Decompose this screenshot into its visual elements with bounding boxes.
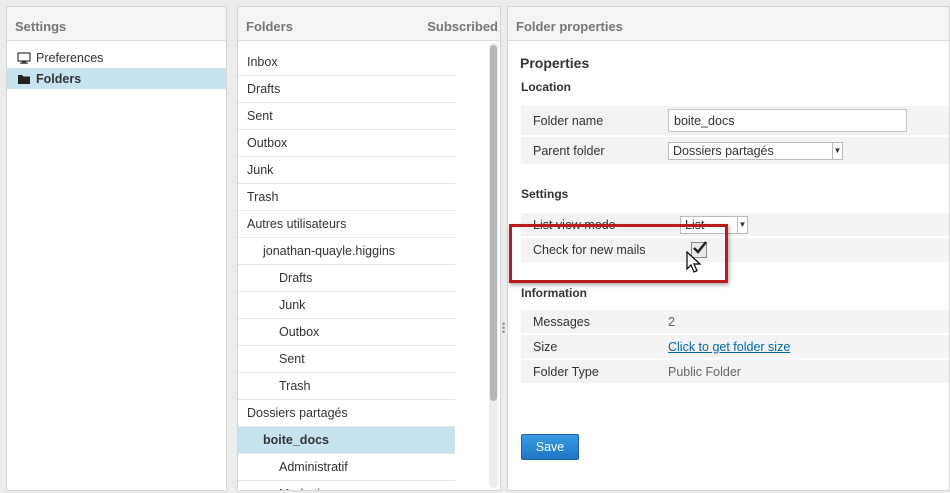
folder-row[interactable]: Junk: [238, 157, 455, 184]
folder-label: Sent: [279, 352, 305, 366]
settings-item-preferences[interactable]: Preferences: [7, 47, 226, 68]
folder-label: jonathan-quayle.higgins: [263, 244, 396, 258]
folder-label: Administratif: [279, 460, 348, 474]
folder-row[interactable]: Trash: [238, 373, 455, 400]
folder-name-input[interactable]: [668, 109, 907, 132]
location-table: Folder name Parent folder Dossiers parta…: [521, 106, 949, 166]
folder-row[interactable]: Outbox: [238, 130, 455, 157]
parent-folder-select[interactable]: Dossiers partagés ▼: [668, 141, 843, 160]
folders-panel: Folders Subscribed Inbox Drafts Sent Outbox…: [237, 6, 501, 491]
subscribed-column-header[interactable]: Subscribed: [427, 19, 498, 40]
folder-label: Sent: [247, 109, 273, 123]
properties-panel-title: Folder properties: [508, 7, 949, 41]
folder-label: boite_docs: [263, 433, 329, 447]
messages-label: Messages: [533, 314, 590, 329]
folder-row[interactable]: Administratif: [238, 454, 455, 481]
folder-row[interactable]: Drafts: [238, 265, 455, 292]
chevron-down-icon: ▼: [737, 216, 747, 233]
settings-item-folders[interactable]: Folders: [7, 68, 226, 89]
list-view-row: List view mode List ▼: [521, 213, 949, 238]
settings-section-title: Settings: [521, 187, 569, 201]
folders-header: Folders Subscribed: [238, 7, 500, 41]
folder-label: Outbox: [279, 325, 320, 339]
list-view-label: List view mode: [533, 217, 616, 232]
folder-properties-panel: Folder properties Properties Location Fo…: [507, 6, 950, 491]
folder-label: Autres utilisateurs: [247, 217, 347, 231]
settings-table: List view mode List ▼ Check for new mail…: [521, 213, 949, 264]
information-section-title: Information: [521, 286, 587, 300]
folder-type-row: Folder Type Public Folder: [521, 360, 949, 385]
folder-name-label: Folder name: [533, 113, 604, 128]
scrollbar-thumb[interactable]: [490, 45, 497, 401]
size-row: Size Click to get folder size: [521, 335, 949, 360]
panel-splitter-handle[interactable]: • • •: [502, 320, 506, 337]
mouse-cursor-icon: [686, 251, 702, 273]
folder-row[interactable]: Dossiers partagés: [238, 400, 455, 427]
folder-label: Inbox: [247, 55, 278, 69]
folder-row[interactable]: boite_docs: [238, 427, 455, 454]
information-table: Messages 2 Size Click to get folder size…: [521, 310, 949, 385]
folder-row[interactable]: Sent: [238, 346, 455, 373]
folder-label: Junk: [279, 298, 306, 312]
size-label: Size: [533, 339, 558, 354]
folder-row[interactable]: Marketing: [238, 481, 455, 490]
folder-row[interactable]: jonathan-quayle.higgins: [238, 238, 455, 265]
properties-heading: Properties: [520, 55, 590, 71]
save-button[interactable]: Save: [521, 434, 579, 460]
folder-row[interactable]: Sent: [238, 103, 455, 130]
folder-label: Dossiers partagés: [247, 406, 348, 420]
folder-row[interactable]: Trash: [238, 184, 455, 211]
folder-label: Trash: [279, 379, 311, 393]
folder-name-row: Folder name: [521, 106, 949, 137]
folder-row[interactable]: Inbox: [238, 49, 455, 76]
monitor-icon: [17, 51, 31, 64]
folder-row[interactable]: Autres utilisateurs: [238, 211, 455, 238]
folder-label: Drafts: [279, 271, 313, 285]
list-view-select[interactable]: List ▼: [680, 215, 748, 234]
folder-label: Trash: [247, 190, 279, 204]
folder-row[interactable]: Outbox: [238, 319, 455, 346]
settings-title: Settings: [7, 7, 226, 41]
parent-folder-value: Dossiers partagés: [673, 143, 774, 158]
location-section-title: Location: [521, 80, 571, 94]
settings-panel: Settings Preferences Folders: [6, 6, 227, 491]
folder-row[interactable]: Junk: [238, 292, 455, 319]
folder-list: Inbox Drafts Sent Outbox Junk Trash Autres uti…: [238, 49, 455, 490]
folder-icon: [17, 73, 31, 85]
parent-folder-label: Parent folder: [533, 143, 605, 158]
folder-type-label: Folder Type: [533, 364, 599, 379]
list-view-value: List: [685, 217, 705, 232]
check-mail-label: Check for new mails: [533, 243, 646, 257]
folders-title: Folders: [246, 19, 293, 34]
chevron-down-icon: ▼: [832, 142, 842, 159]
folder-label: Drafts: [247, 82, 281, 96]
folder-label: Junk: [247, 163, 274, 177]
check-mail-row: Check for new mails: [521, 238, 949, 264]
messages-value: 2: [668, 314, 675, 329]
messages-row: Messages 2: [521, 310, 949, 335]
settings-item-label: Folders: [36, 71, 82, 86]
folder-label: Marketing: [279, 487, 334, 490]
folder-label: Outbox: [247, 136, 288, 150]
folder-type-value: Public Folder: [668, 364, 741, 379]
folder-row[interactable]: Drafts: [238, 76, 455, 103]
settings-item-label: Preferences: [36, 50, 104, 65]
parent-folder-row: Parent folder Dossiers partagés ▼: [521, 137, 949, 166]
get-folder-size-link[interactable]: Click to get folder size: [668, 340, 790, 354]
